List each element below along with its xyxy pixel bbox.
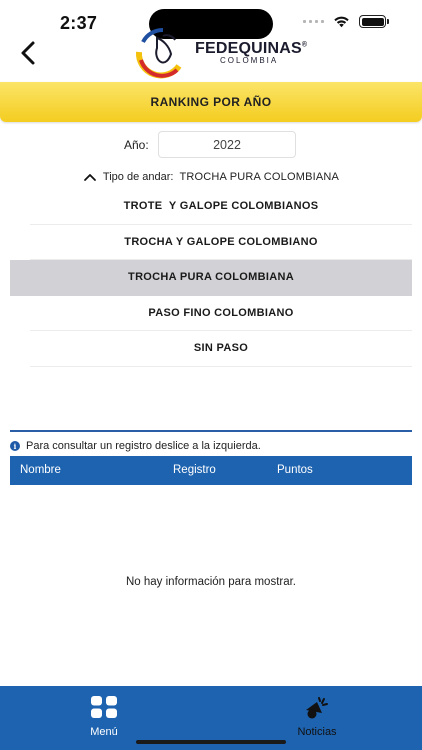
info-icon: i bbox=[10, 441, 20, 451]
home-indicator bbox=[136, 740, 286, 744]
year-label: Año: bbox=[124, 138, 149, 152]
logo-emblem-icon bbox=[135, 27, 182, 79]
signal-icon bbox=[303, 20, 324, 23]
option-trote-galope[interactable]: TROTE Y GALOPE COLOMBIANOS bbox=[30, 189, 412, 225]
back-button[interactable] bbox=[14, 36, 44, 70]
option-paso-fino[interactable]: PASO FINO COLOMBIANO bbox=[30, 296, 412, 331]
megaphone-icon bbox=[306, 697, 328, 719]
swipe-hint: i Para consultar un registro deslice a l… bbox=[10, 438, 261, 454]
app-header: FEDEQUINAS® COLOMBIA bbox=[0, 26, 422, 82]
tipo-andar-value: TROCHA PURA COLOMBIANA bbox=[179, 171, 340, 183]
tipo-andar-toggle[interactable]: Tipo de andar: TROCHA PURA COLOMBIANA bbox=[0, 168, 422, 186]
grid-menu-icon bbox=[91, 696, 117, 718]
option-sin-paso[interactable]: SIN PASO bbox=[30, 331, 412, 367]
page-title: RANKING POR AÑO bbox=[150, 95, 272, 109]
logo-subtitle: COLOMBIA bbox=[220, 56, 279, 65]
empty-message: No hay información para mostrar. bbox=[125, 576, 297, 588]
chevron-up-icon bbox=[84, 174, 96, 181]
option-trocha-galope[interactable]: TROCHA Y GALOPE COLOMBIANO bbox=[30, 225, 412, 260]
tab-noticias-label: Noticias bbox=[297, 726, 337, 738]
tab-menu[interactable]: Menú bbox=[54, 692, 154, 740]
year-row: Año: 2022 bbox=[0, 131, 422, 159]
hint-text: Para consultar un registro deslice a la … bbox=[26, 440, 261, 452]
year-input[interactable]: 2022 bbox=[158, 131, 296, 158]
column-nombre[interactable]: Nombre bbox=[20, 464, 61, 476]
table-header: Nombre Registro Puntos bbox=[10, 456, 412, 485]
column-puntos[interactable]: Puntos bbox=[277, 464, 313, 476]
section-divider bbox=[10, 430, 412, 432]
column-registro[interactable]: Registro bbox=[173, 464, 216, 476]
tab-menu-label: Menú bbox=[90, 726, 118, 738]
back-chevron-icon bbox=[21, 41, 35, 65]
option-trocha-pura[interactable]: TROCHA PURA COLOMBIANA bbox=[10, 260, 412, 296]
fedequinas-logo: FEDEQUINAS® COLOMBIA bbox=[133, 26, 313, 82]
tab-noticias[interactable]: Noticias bbox=[267, 692, 367, 740]
tipo-andar-options: TROTE Y GALOPE COLOMBIANOS TROCHA Y GALO… bbox=[0, 189, 422, 367]
section-banner: RANKING POR AÑO bbox=[0, 82, 422, 122]
tipo-andar-label: Tipo de andar: bbox=[102, 171, 174, 183]
